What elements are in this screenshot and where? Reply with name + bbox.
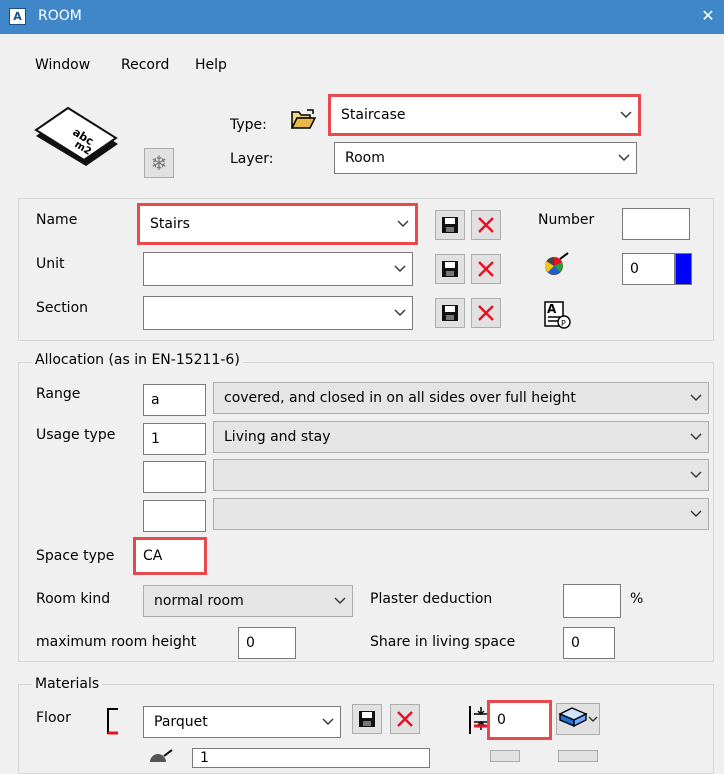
floor-material-value: Parquet	[154, 714, 208, 730]
open-folder-icon[interactable]	[288, 106, 318, 132]
extra2-code-input[interactable]	[143, 500, 206, 532]
chevron-down-icon	[391, 206, 415, 242]
percent-unit: %	[630, 591, 644, 607]
save-icon	[359, 711, 375, 727]
delete-x-icon	[397, 711, 413, 727]
space-type-label: Space type	[36, 548, 115, 564]
usage-label: Usage type	[36, 427, 116, 443]
plaster-deduction-input[interactable]	[563, 584, 621, 618]
delete-x-icon	[478, 261, 494, 277]
snowflake-button[interactable]: ❄	[144, 148, 174, 178]
section-label: Section	[36, 300, 89, 316]
unit-combo[interactable]	[143, 252, 413, 286]
menu-record[interactable]: Record	[121, 57, 169, 73]
floor-layer-icon	[558, 707, 598, 728]
range-label: Range	[36, 386, 81, 402]
chevron-down-icon	[612, 143, 636, 173]
chevron-down-icon	[684, 460, 708, 490]
menu-bar	[0, 34, 724, 82]
floor-thickness-input[interactable]: 0	[487, 700, 552, 740]
chevron-down-icon	[316, 707, 340, 737]
room-kind-label: Room kind	[36, 591, 111, 607]
number-label: Number	[538, 212, 595, 228]
max-room-height-input[interactable]: 0	[238, 627, 296, 659]
share-living-space-label: Share in living space	[370, 634, 516, 650]
usage-value: Living and stay	[224, 429, 331, 445]
snowflake-icon: ❄	[150, 151, 168, 175]
room-stamp-icon[interactable]: abc m2	[30, 106, 122, 168]
extra1-combo[interactable]	[213, 459, 709, 491]
text-properties-icon[interactable]: A P	[540, 296, 574, 332]
floor-bracket-icon	[102, 707, 124, 737]
chevron-down-icon	[684, 499, 708, 529]
delete-unit-button[interactable]	[471, 254, 501, 284]
color-swatch[interactable]	[675, 253, 692, 285]
chevron-down-icon	[684, 383, 708, 413]
save-icon	[442, 217, 458, 233]
app-icon: A	[9, 8, 26, 25]
color-picker-icon[interactable]	[538, 248, 574, 280]
delete-floor-button[interactable]	[390, 704, 420, 734]
save-icon	[442, 305, 458, 321]
max-room-height-label: maximum room height	[36, 634, 197, 650]
usage-combo[interactable]: Living and stay	[213, 421, 709, 453]
section-combo[interactable]	[143, 296, 413, 330]
partial-button-1[interactable]	[490, 750, 520, 762]
menu-help[interactable]: Help	[195, 57, 227, 73]
save-unit-button[interactable]	[435, 254, 465, 284]
save-floor-button[interactable]	[352, 704, 382, 734]
number-input[interactable]	[622, 208, 690, 240]
unit-label: Unit	[36, 256, 65, 272]
materials-legend: Materials	[32, 676, 103, 692]
window-title: ROOM	[38, 8, 82, 24]
save-name-button[interactable]	[435, 210, 465, 240]
delete-x-icon	[478, 305, 494, 321]
delete-section-button[interactable]	[471, 298, 501, 328]
room-kind-combo[interactable]: normal room	[143, 585, 353, 617]
layer-label: Layer:	[230, 151, 274, 167]
allocation-legend: Allocation (as in EN-15211-6)	[32, 352, 243, 368]
share-living-space-input[interactable]: 0	[563, 627, 615, 659]
save-icon	[442, 261, 458, 277]
save-section-button[interactable]	[435, 298, 465, 328]
floor-material-combo[interactable]: Parquet	[143, 706, 341, 738]
layer-combo[interactable]: Room	[334, 142, 637, 174]
plaster-deduction-label: Plaster deduction	[370, 591, 493, 607]
name-value: Stairs	[150, 216, 190, 232]
close-button[interactable]: ✕	[695, 4, 721, 28]
color-index-input[interactable]: 0	[622, 253, 675, 285]
type-combo[interactable]: Staircase	[328, 94, 641, 136]
room-kind-value: normal room	[154, 593, 244, 609]
chevron-down-icon	[388, 297, 412, 329]
type-label: Type:	[230, 117, 267, 133]
space-type-input[interactable]: CA	[133, 537, 207, 575]
chevron-down-icon	[328, 586, 352, 616]
floor-style-button[interactable]	[556, 703, 600, 735]
range-combo[interactable]: covered, and closed in on all sides over…	[213, 382, 709, 414]
delete-x-icon	[478, 217, 494, 233]
second-material-input[interactable]: 1	[192, 748, 430, 768]
usage-code-input[interactable]: 1	[143, 423, 206, 455]
partial-button-2[interactable]	[558, 750, 598, 762]
chevron-down-icon	[684, 422, 708, 452]
extra1-code-input[interactable]	[143, 461, 206, 493]
svg-text:A: A	[547, 302, 557, 316]
range-value: covered, and closed in on all sides over…	[224, 390, 576, 406]
svg-text:P: P	[561, 319, 566, 328]
menu-window[interactable]: Window	[35, 57, 90, 73]
name-label: Name	[36, 212, 78, 228]
type-value: Staircase	[341, 107, 406, 123]
title-bar	[0, 0, 724, 34]
extra2-combo[interactable]	[213, 498, 709, 530]
layer-value: Room	[345, 150, 385, 166]
floor-label: Floor	[36, 710, 71, 726]
chevron-down-icon	[614, 97, 638, 133]
delete-name-button[interactable]	[471, 210, 501, 240]
range-code-input[interactable]: a	[143, 384, 206, 416]
name-combo[interactable]: Stairs	[137, 203, 418, 245]
chevron-down-icon	[388, 253, 412, 285]
